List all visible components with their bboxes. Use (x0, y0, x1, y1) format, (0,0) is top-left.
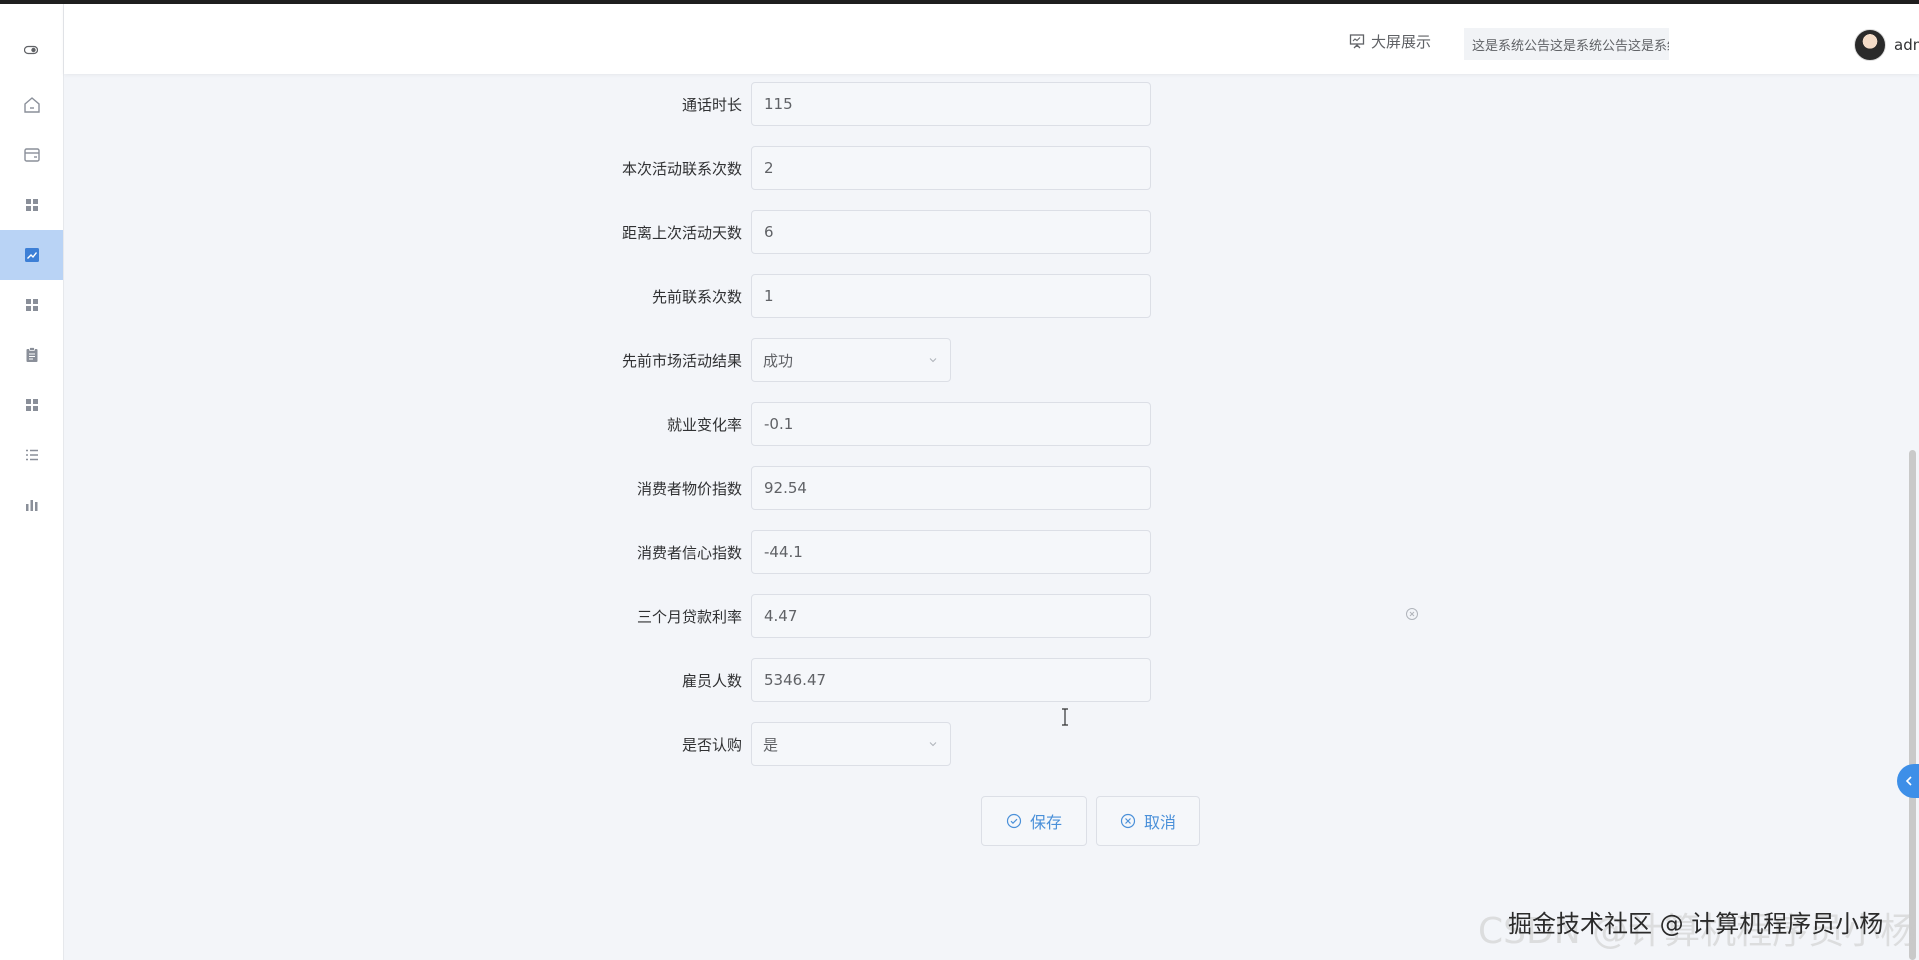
select-value: 成功 (763, 351, 794, 370)
toggle-icon (24, 45, 38, 55)
field-label: 先前市场活动结果 (621, 351, 742, 370)
form-row-subscribed: 是否认购 是 (0, 722, 1300, 766)
chevron-down-icon (929, 742, 937, 747)
avatar (1854, 29, 1886, 61)
field-label: 消费者物价指数 (636, 479, 742, 498)
user-menu[interactable]: admin (1854, 28, 1919, 62)
cci-input[interactable]: -44.1 (751, 530, 1151, 574)
subscribed-select[interactable]: 是 (751, 722, 951, 766)
chevron-down-icon (929, 358, 937, 363)
bigscreen-link[interactable]: 大屏展示 (1349, 30, 1431, 52)
form-row-campaign-contacts: 本次活动联系次数 2 (0, 146, 1300, 190)
form-row-cpi: 消费者物价指数 92.54 (0, 466, 1300, 510)
field-label: 距离上次活动天数 (621, 223, 742, 242)
employees-input[interactable]: 5346.47 (751, 658, 1151, 702)
field-label: 三个月贷款利率 (636, 607, 742, 626)
presentation-icon (1349, 34, 1365, 49)
sidebar-collapse-toggle[interactable] (16, 40, 46, 60)
field-label: 就业变化率 (666, 415, 742, 434)
bigscreen-label: 大屏展示 (1371, 32, 1432, 51)
form-row-previous-contacts: 先前联系次数 1 (0, 274, 1300, 318)
cancel-label: 取消 (1143, 813, 1176, 832)
clear-circle-icon[interactable] (1405, 607, 1419, 621)
field-label: 消费者信心指数 (636, 543, 742, 562)
previous-outcome-select[interactable]: 成功 (751, 338, 951, 382)
side-drawer-toggle[interactable] (1897, 764, 1919, 798)
cpi-input[interactable]: 92.54 (751, 466, 1151, 510)
form-row-cci: 消费者信心指数 -44.1 (0, 530, 1300, 574)
field-label: 雇员人数 (681, 671, 742, 690)
form-row-employment-rate: 就业变化率 -0.1 (0, 402, 1300, 446)
employment-rate-input[interactable]: -0.1 (751, 402, 1151, 446)
previous-contacts-input[interactable]: 1 (751, 274, 1151, 318)
campaign-contacts-input[interactable]: 2 (751, 146, 1151, 190)
form-row-days-since-last: 距离上次活动天数 6 (0, 210, 1300, 254)
close-circle-icon (1120, 813, 1136, 829)
loan-rate-input[interactable]: 4.47 (751, 594, 1151, 638)
form-row-employees: 雇员人数 5346.47 (0, 658, 1300, 702)
field-label: 先前联系次数 (651, 287, 742, 306)
days-since-last-input[interactable]: 6 (751, 210, 1151, 254)
notice-text: 这是系统公告这是系统公告这是系统公告这 (1472, 38, 1669, 54)
call-duration-input[interactable]: 115 (751, 82, 1151, 126)
notice-marquee: 这是系统公告这是系统公告这是系统公告这 (1464, 28, 1669, 60)
field-label: 通话时长 (681, 95, 742, 114)
save-label: 保存 (1029, 813, 1062, 832)
username: admin (1894, 36, 1919, 54)
top-header: 大屏展示 这是系统公告这是系统公告这是系统公告这 admin (64, 4, 1919, 74)
save-button[interactable]: 保存 (981, 796, 1087, 846)
form-row-call-duration: 通话时长 115 (0, 82, 1300, 126)
select-value: 是 (763, 735, 779, 754)
list-icon (25, 449, 38, 461)
page-scrollbar[interactable] (1909, 450, 1916, 960)
form-row-previous-outcome: 先前市场活动结果 成功 (0, 338, 1300, 382)
chevron-left-icon (1905, 776, 1912, 786)
form-row-loan-rate: 三个月贷款利率 4.47 (0, 594, 1300, 638)
field-label: 是否认购 (681, 735, 742, 754)
cancel-button[interactable]: 取消 (1096, 796, 1200, 846)
juejin-watermark: 掘金技术社区 @ 计算机程序员小杨 (1508, 910, 1884, 938)
check-circle-icon (1006, 813, 1022, 829)
text-cursor-icon (1062, 708, 1068, 726)
field-label: 本次活动联系次数 (621, 159, 742, 178)
